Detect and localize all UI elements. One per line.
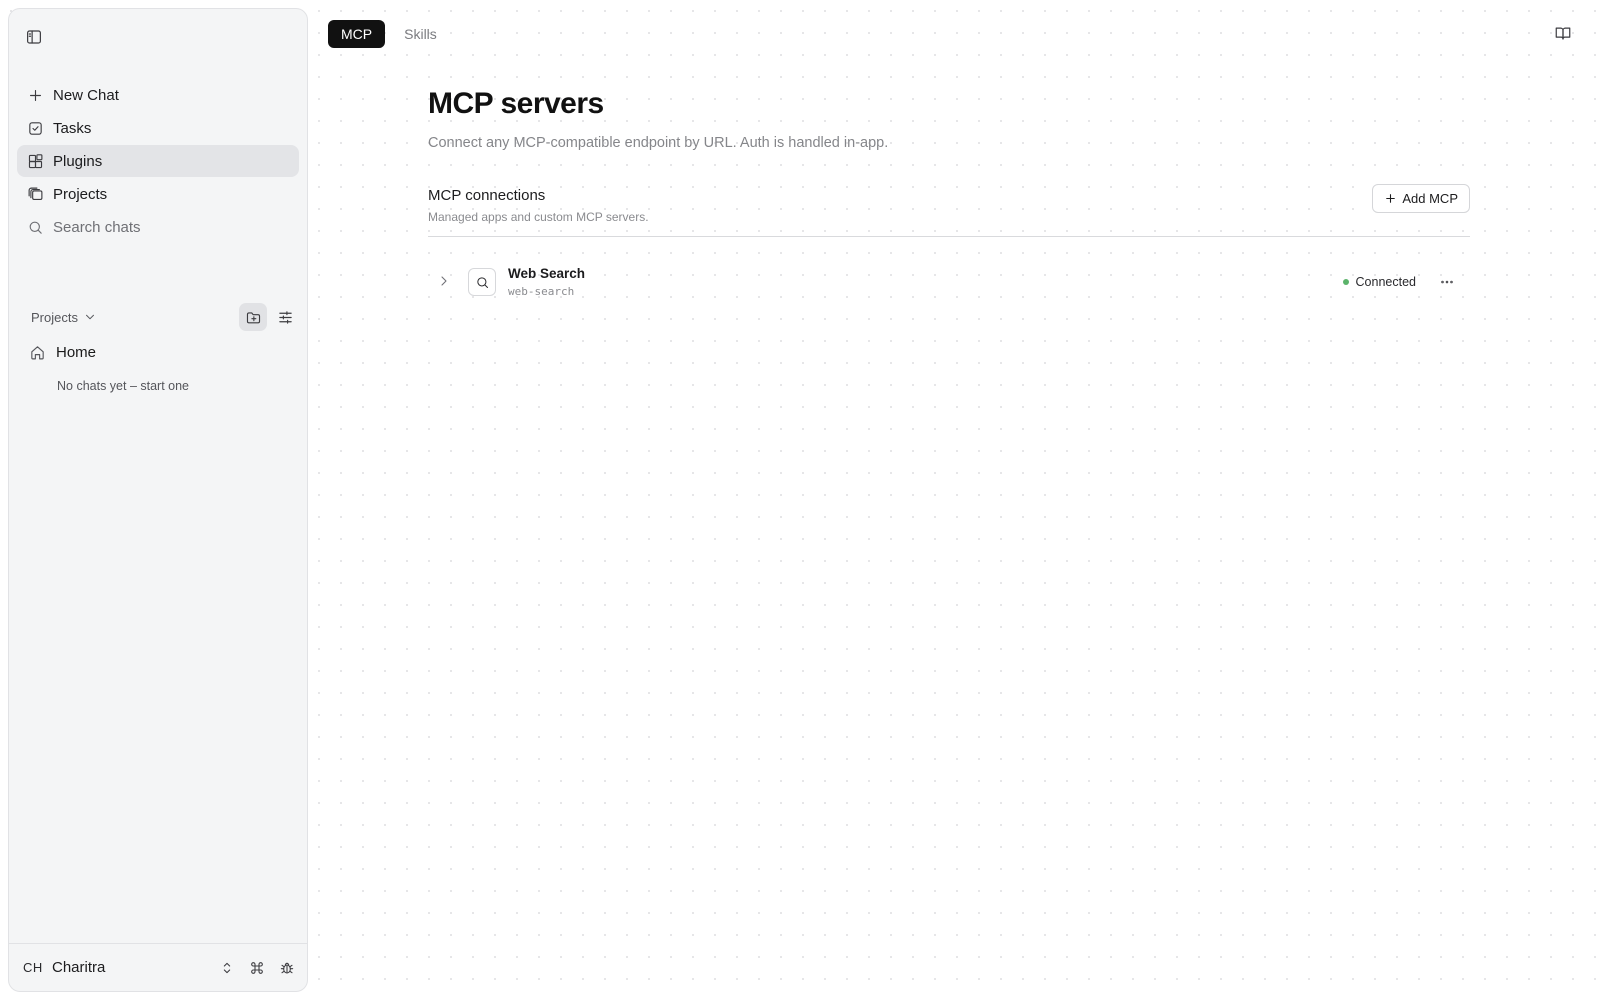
server-name: Web Search	[508, 266, 586, 281]
chevrons-up-down-icon[interactable]	[219, 960, 235, 976]
chevron-right-icon	[441, 276, 447, 286]
search-icon	[476, 276, 488, 288]
page-title: MCP servers	[428, 87, 604, 120]
projects-header: Projects	[31, 303, 299, 331]
sidebar-toggle-icon[interactable]	[23, 26, 45, 48]
expand-row-button[interactable]	[436, 273, 454, 291]
status-label: Connected	[1355, 275, 1416, 289]
empty-chats-note: No chats yet – start one	[57, 379, 190, 393]
sidebar-item-label: Search chats	[53, 218, 141, 236]
command-icon[interactable]	[249, 960, 265, 976]
sidebar-item-label: Tasks	[53, 119, 92, 137]
server-icon-box	[468, 268, 496, 296]
stack-icon	[28, 187, 43, 200]
new-folder-button[interactable]	[239, 303, 267, 331]
folder-plus-icon	[246, 311, 260, 323]
search-icon	[29, 221, 42, 234]
plus-icon	[1386, 194, 1396, 203]
more-options-button[interactable]	[1436, 271, 1458, 293]
status-badge: Connected	[1342, 275, 1416, 289]
sidebar-item-plugins[interactable]: Plugins	[17, 145, 299, 177]
tab-skills[interactable]: Skills	[391, 20, 450, 48]
filter-settings-button[interactable]	[271, 303, 299, 331]
sidebar-item-projects[interactable]: Projects	[17, 178, 299, 210]
bug-icon[interactable]	[279, 960, 295, 976]
sidebar-item-label: Plugins	[53, 152, 103, 170]
chevron-down-icon	[86, 314, 94, 320]
sidebar-item-tasks[interactable]: Tasks	[17, 112, 299, 144]
project-home[interactable]: Home	[29, 337, 96, 367]
home-icon	[31, 345, 44, 359]
sidebar-item-new-chat[interactable]: New Chat	[17, 79, 299, 111]
section-description: Managed apps and custom MCP servers.	[428, 210, 649, 224]
tab-mcp[interactable]: MCP	[328, 20, 386, 48]
server-slug: web-search	[508, 285, 575, 298]
mcp-server-row[interactable]: Web Search web-search Connected	[428, 253, 1470, 311]
sidebar-item-search-chats[interactable]: Search chats	[17, 211, 299, 243]
sidebar-item-label: New Chat	[53, 86, 119, 104]
project-home-label: Home	[56, 343, 97, 361]
sliders-icon	[278, 310, 292, 324]
status-dot	[1342, 279, 1349, 285]
book-open-icon	[1555, 27, 1571, 40]
sidebar: New Chat Tasks Plugins Projects Search c…	[8, 8, 308, 992]
mcp-connections-header: MCP connections Managed apps and custom …	[428, 184, 1470, 237]
projects-label: Projects	[31, 309, 78, 325]
add-mcp-button[interactable]: Add MCP	[1372, 184, 1470, 213]
user-name[interactable]: Charitra	[52, 959, 219, 976]
top-tabs: MCP Skills	[328, 20, 450, 48]
sidebar-footer: CH Charitra	[9, 943, 307, 991]
projects-dropdown[interactable]: Projects	[31, 310, 97, 325]
main-content: MCP servers Connect any MCP-compatible e…	[428, 84, 1470, 311]
page-subtitle: Connect any MCP-compatible endpoint by U…	[428, 135, 889, 151]
more-horizontal-icon	[1441, 280, 1453, 284]
add-mcp-label: Add MCP	[1402, 191, 1458, 206]
blocks-icon	[28, 153, 43, 168]
docs-button[interactable]	[1554, 24, 1574, 44]
plus-icon	[29, 89, 42, 101]
sidebar-nav: New Chat Tasks Plugins Projects Search c…	[17, 79, 299, 244]
check-square-icon	[29, 121, 42, 135]
section-title: MCP connections	[428, 187, 546, 204]
avatar[interactable]: CH	[23, 960, 52, 975]
sidebar-item-label: Projects	[53, 185, 108, 203]
